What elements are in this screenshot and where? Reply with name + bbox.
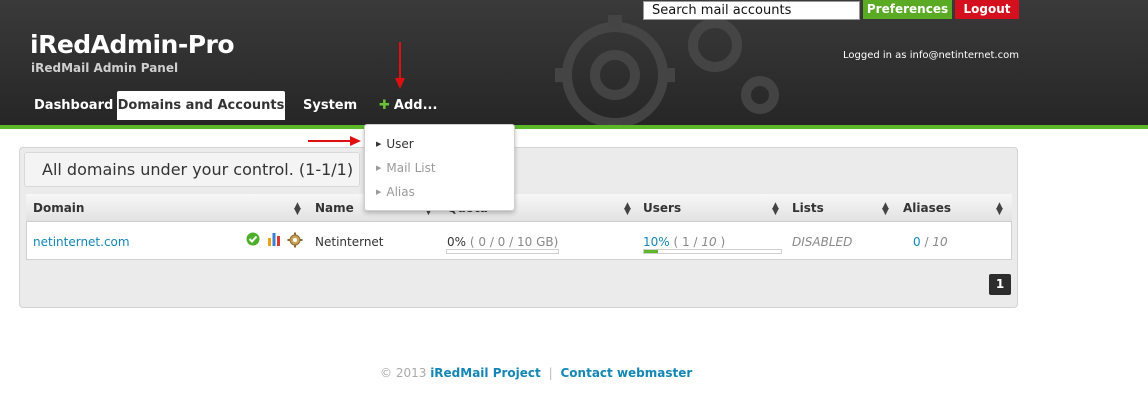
add-menu-user-label: User: [386, 137, 414, 151]
users-cell: 10% ( 1 / 10 ): [643, 235, 725, 249]
search-input[interactable]: Search mail accounts: [643, 1, 860, 20]
annotation-arrow-icon: [308, 136, 361, 146]
nav-dashboard[interactable]: Dashboard: [18, 91, 129, 120]
users-close: ): [720, 235, 726, 249]
column-header-users[interactable]: Users: [643, 201, 681, 215]
caret-right-icon: ▶: [376, 140, 382, 148]
footer: © 2013 iRedMail Project | Contact webmas…: [380, 366, 692, 380]
quota-percent: 0%: [447, 235, 467, 249]
app-title: iRedAdmin-Pro: [30, 30, 235, 59]
footer-project-link[interactable]: iRedMail Project: [430, 366, 541, 380]
footer-contact-link[interactable]: Contact webmaster: [560, 366, 692, 380]
caret-right-icon: ▶: [376, 164, 382, 172]
quota-cell: 0% ( 0 / 0 / 10 GB): [447, 235, 558, 249]
nav-system[interactable]: System: [287, 91, 373, 120]
add-menu-mail-list[interactable]: ▶ Mail List: [376, 161, 436, 175]
column-header-aliases[interactable]: Aliases: [903, 201, 951, 215]
aliases-count[interactable]: 0: [913, 235, 921, 249]
users-progress-bar: [643, 249, 782, 254]
logout-button[interactable]: Logout: [955, 0, 1019, 19]
quota-progress-bar: [446, 249, 559, 254]
preferences-button[interactable]: Preferences: [863, 0, 952, 19]
sort-arrows-icon[interactable]: ▲▼: [294, 202, 301, 217]
add-menu-alias-label: Alias: [386, 185, 415, 199]
add-menu-alias[interactable]: ▶ Alias: [376, 185, 415, 199]
active-check-icon[interactable]: [246, 232, 260, 246]
settings-gear-icon[interactable]: [287, 232, 303, 248]
aliases-cell: 0 / 10: [913, 235, 948, 249]
add-menu-user[interactable]: ▶ User: [376, 137, 414, 151]
app-tagline: iRedMail Admin Panel: [31, 61, 179, 75]
footer-separator: |: [548, 366, 553, 380]
footer-copyright: © 2013: [380, 366, 427, 380]
column-header-domain[interactable]: Domain: [33, 201, 84, 215]
users-open: ( 1 /: [673, 235, 698, 249]
pagination-current-page[interactable]: 1: [989, 274, 1011, 295]
quota-detail: ( 0 / 0 / 10 GB): [469, 235, 559, 249]
sort-arrows-icon[interactable]: ▲▼: [882, 202, 889, 217]
lists-status: DISABLED: [792, 235, 853, 249]
domain-name: Netinternet: [315, 235, 384, 249]
users-percent[interactable]: 10%: [643, 235, 670, 249]
sort-arrows-icon[interactable]: ▲▼: [996, 202, 1003, 217]
plus-icon: ✚: [379, 98, 390, 113]
annotation-arrow-icon: [395, 42, 405, 89]
add-menu-mail-list-label: Mail List: [386, 161, 436, 175]
column-header-lists[interactable]: Lists: [792, 201, 824, 215]
nav-add[interactable]: ✚ Add...: [363, 91, 453, 120]
nav-add-label: Add...: [393, 98, 438, 113]
caret-right-icon: ▶: [376, 188, 382, 196]
column-header-name[interactable]: Name: [315, 201, 354, 215]
domain-link[interactable]: netinternet.com: [33, 235, 130, 249]
statistics-chart-icon[interactable]: [267, 232, 281, 246]
header-accent-bar: [0, 125, 1148, 129]
sort-arrows-icon[interactable]: ▲▼: [772, 202, 779, 217]
aliases-max: 10: [932, 235, 948, 249]
logged-in-text: Logged in as info@netinternet.com: [843, 50, 1019, 61]
users-progress-fill: [644, 250, 658, 253]
nav-domains-and-accounts[interactable]: Domains and Accounts: [117, 91, 285, 120]
aliases-separator: /: [924, 235, 929, 249]
users-max: 10: [701, 235, 717, 249]
table-header: [26, 194, 1012, 222]
panel-title: All domains under your control. (1-1/1): [42, 160, 354, 179]
sort-arrows-icon[interactable]: ▲▼: [624, 202, 631, 217]
